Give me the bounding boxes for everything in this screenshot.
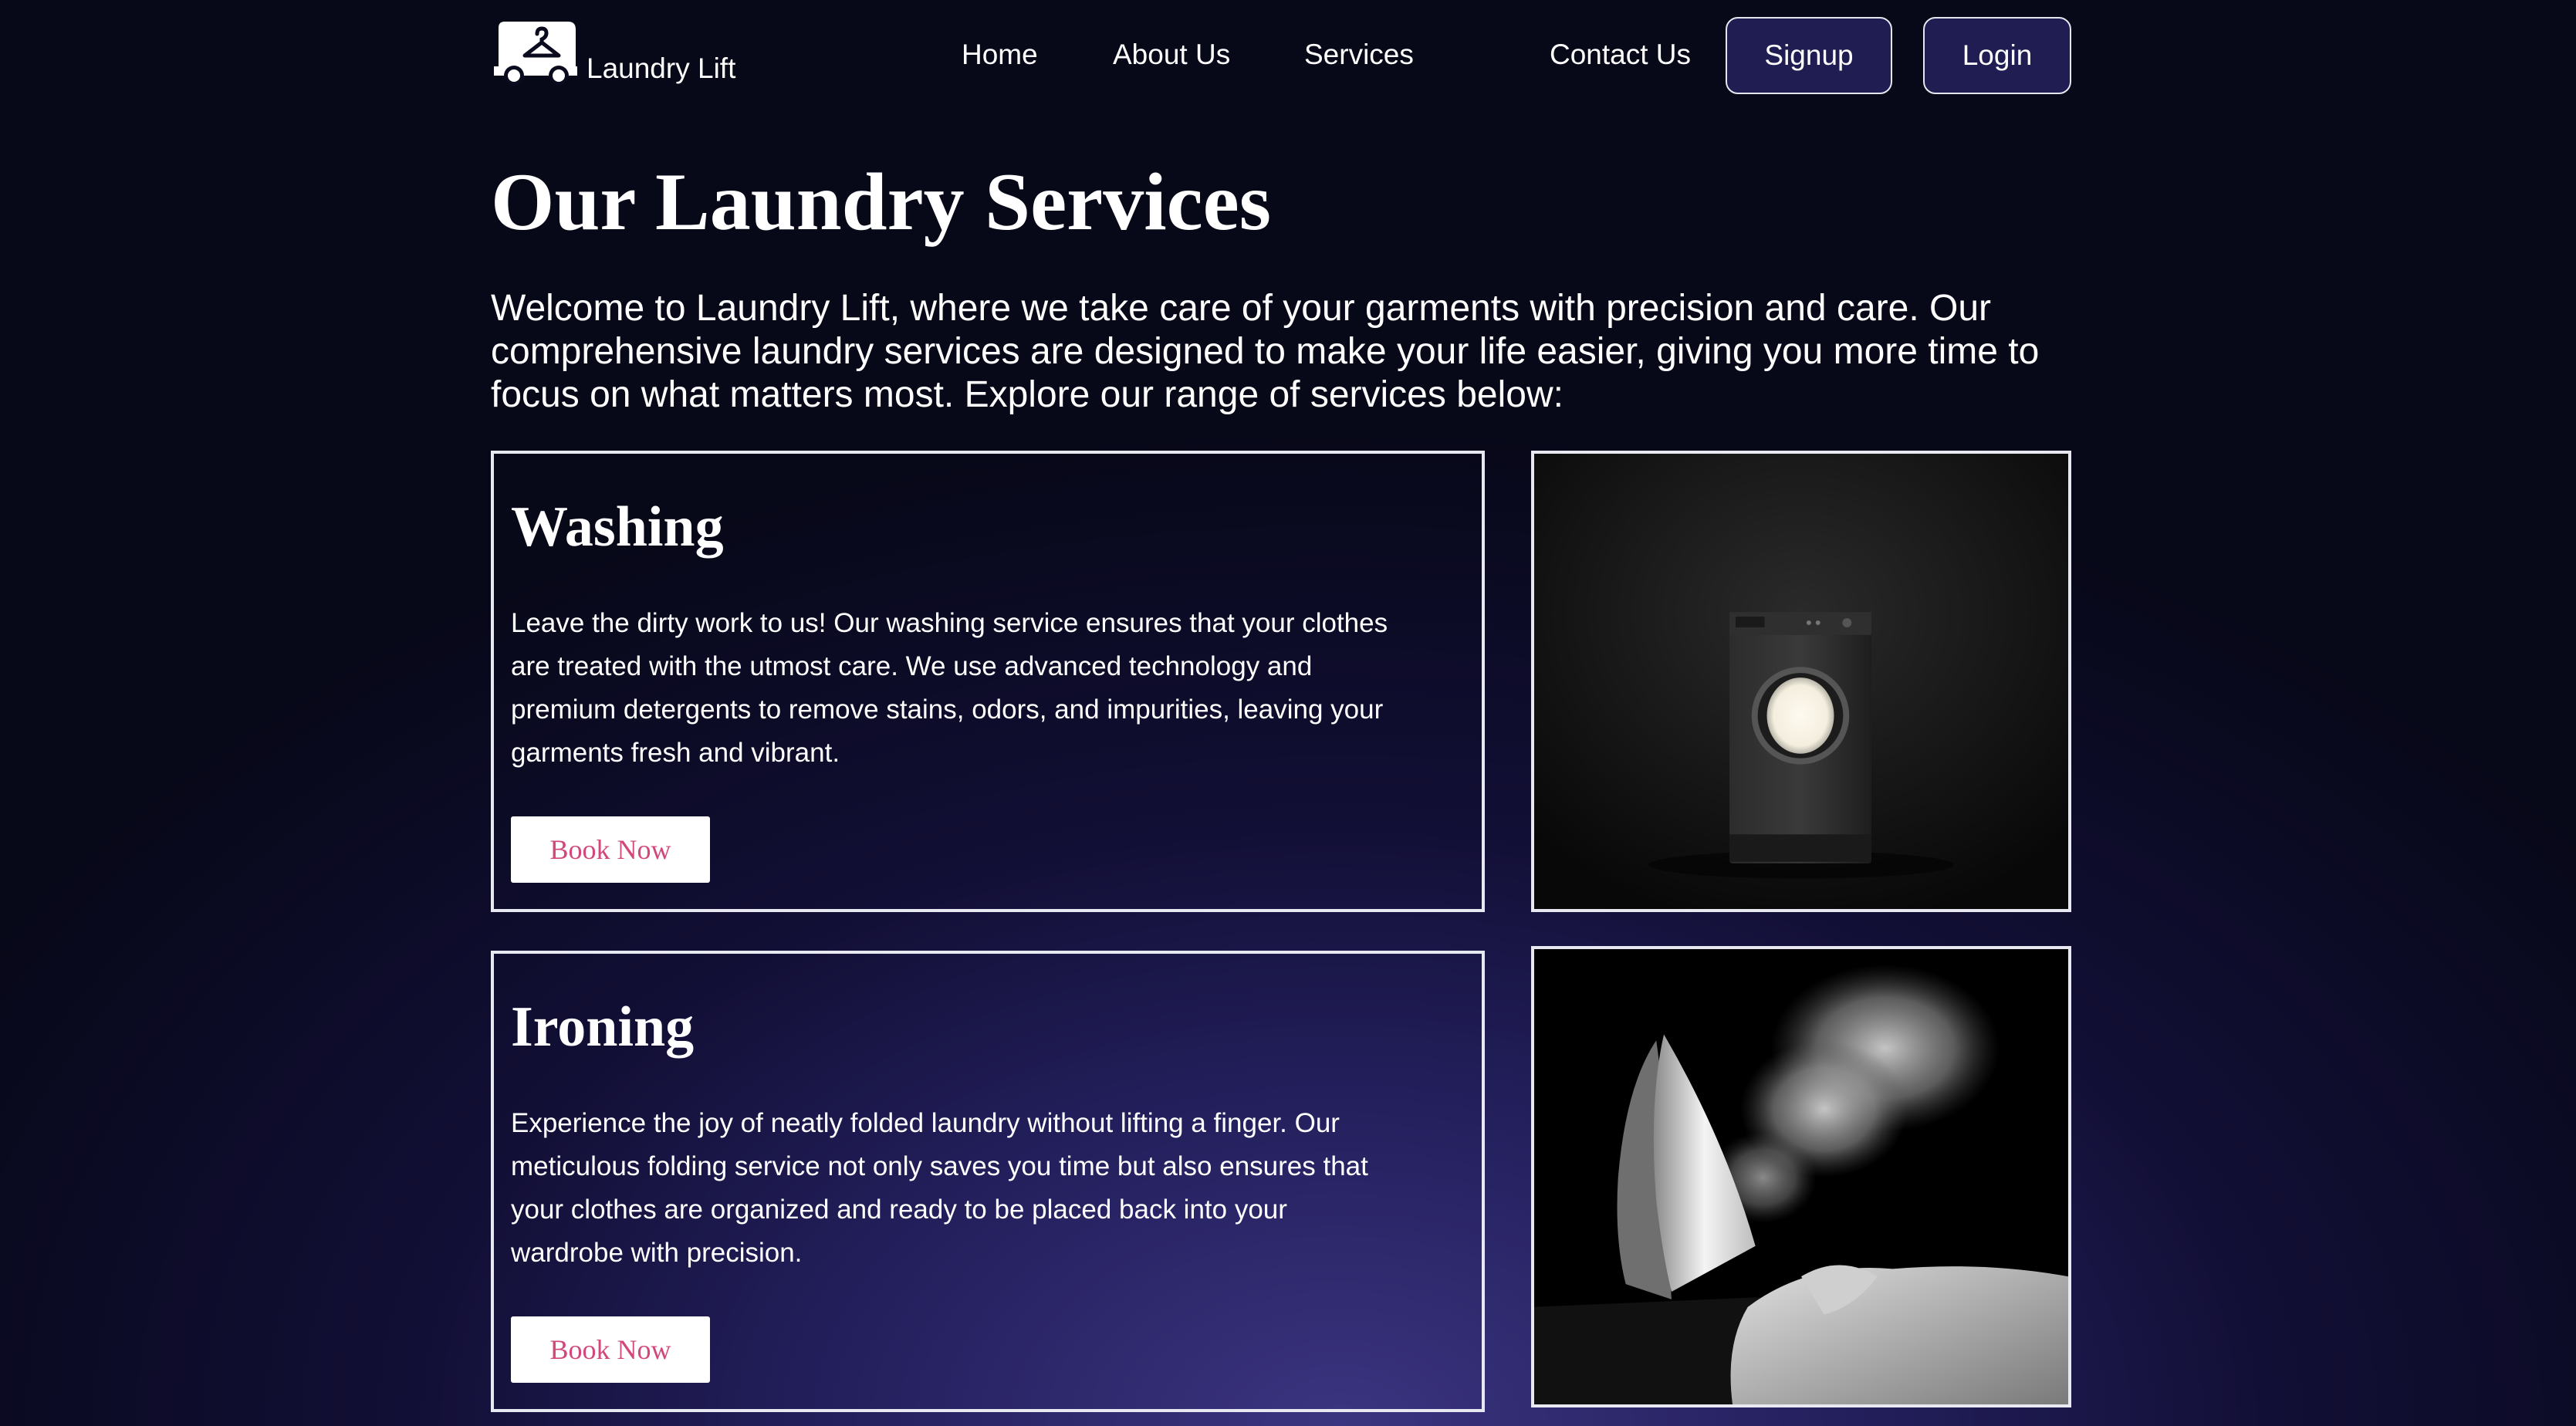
signup-button[interactable]: Signup [1726,17,1892,94]
washing-machine-photo [1534,454,2068,909]
delivery-van-hanger-icon [494,22,577,86]
service-description: Experience the joy of neatly folded laun… [511,1108,1368,1268]
book-now-button[interactable]: Book Now [511,816,710,883]
nav-home[interactable]: Home [962,39,1038,71]
nav-contact-us[interactable]: Contact Us [1550,39,1691,71]
nav-about-us[interactable]: About Us [1113,39,1230,71]
brand-name: Laundry Lift [587,52,736,84]
nav-services[interactable]: Services [1304,39,1414,71]
service-description: Leave the dirty work to us! Our washing … [511,608,1388,768]
site-header: Laundry Lift Home About Us Services Cont… [491,15,2071,99]
steam-iron-image [1531,946,2071,1407]
intro-paragraph: Welcome to Laundry Lift, where we take c… [491,288,2040,415]
service-title: Washing [511,495,724,559]
steam-iron-photo [1534,949,2068,1404]
brand-logo[interactable]: Laundry Lift [491,19,735,88]
page-title: Our Laundry Services [491,157,1271,247]
service-card-ironing: Ironing Experience the joy of neatly fol… [491,951,1485,1412]
washing-machine-image [1531,451,2071,912]
service-title: Ironing [511,995,695,1059]
login-button[interactable]: Login [1923,17,2071,94]
book-now-button[interactable]: Book Now [511,1316,710,1383]
service-card-washing: Washing Leave the dirty work to us! Our … [491,451,1485,912]
